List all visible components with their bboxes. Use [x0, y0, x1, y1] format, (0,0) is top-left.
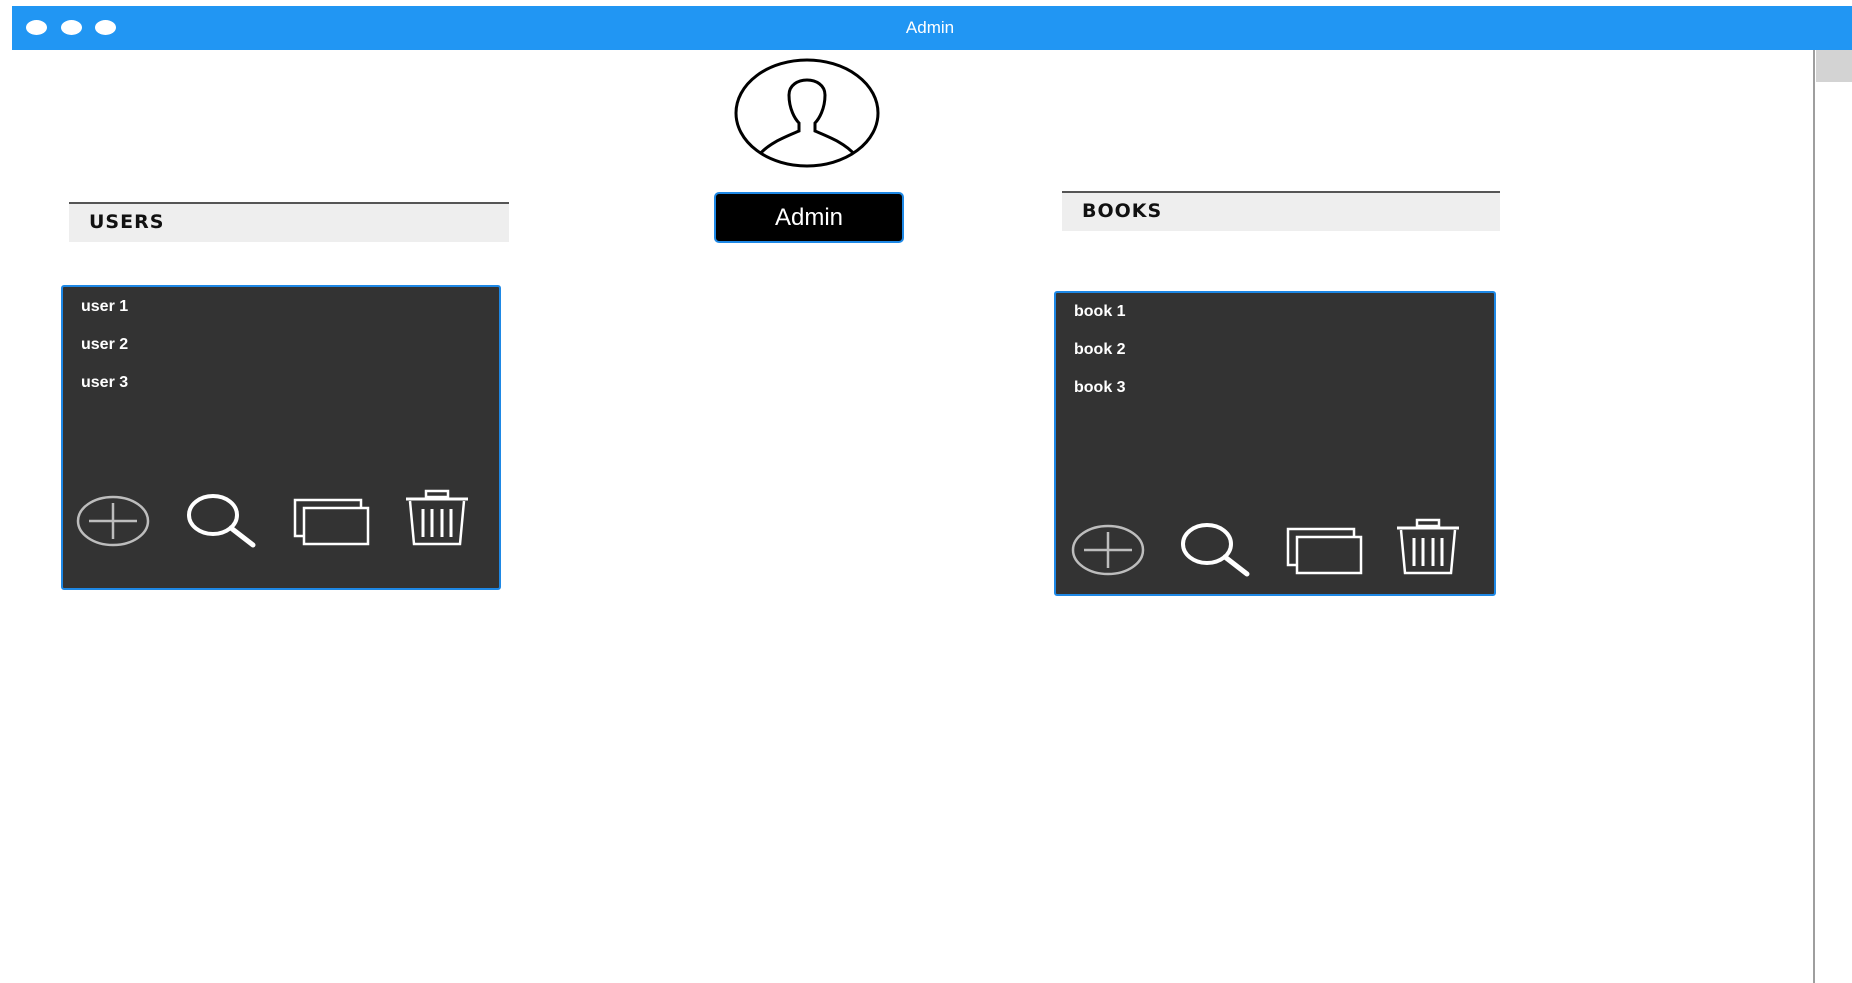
copy-user-button[interactable]	[292, 497, 372, 547]
add-icon	[76, 495, 150, 547]
users-panel: user 1 user 2 user 3	[61, 285, 501, 590]
scrollbar-thumb[interactable]	[1816, 50, 1852, 82]
users-header: USERS	[69, 202, 509, 242]
add-user-button[interactable]	[75, 495, 151, 547]
search-book-button[interactable]	[1177, 522, 1253, 578]
user-avatar-icon	[734, 58, 880, 168]
search-icon	[1181, 523, 1250, 577]
copy-icon	[1286, 527, 1363, 575]
title-bar: Admin	[12, 6, 1852, 50]
copy-icon	[293, 498, 370, 546]
list-item-book-3[interactable]: book 3	[1074, 379, 1126, 397]
trash-icon	[1397, 518, 1459, 575]
search-user-button[interactable]	[183, 493, 259, 549]
list-item-book-2[interactable]: book 2	[1074, 341, 1126, 359]
trash-icon	[406, 489, 468, 546]
books-panel: book 1 book 2 book 3	[1054, 291, 1496, 596]
admin-window: Admin Admin USERS user 1 user 2 user 3 B…	[12, 6, 1852, 983]
add-book-button[interactable]	[1070, 524, 1146, 576]
add-icon	[1071, 524, 1145, 576]
admin-button[interactable]: Admin	[714, 192, 904, 243]
list-item-user-2[interactable]: user 2	[81, 336, 128, 354]
delete-user-button[interactable]	[402, 489, 472, 547]
window-title: Admin	[905, 18, 955, 37]
copy-book-button[interactable]	[1285, 526, 1365, 576]
vertical-scrollbar[interactable]	[1813, 50, 1852, 983]
avatar	[733, 57, 881, 169]
search-icon	[187, 494, 256, 548]
list-item-user-1[interactable]: user 1	[81, 298, 128, 316]
list-item-user-3[interactable]: user 3	[81, 374, 128, 392]
list-item-book-1[interactable]: book 1	[1074, 303, 1126, 321]
delete-book-button[interactable]	[1393, 518, 1463, 576]
books-header: BOOKS	[1062, 191, 1500, 231]
